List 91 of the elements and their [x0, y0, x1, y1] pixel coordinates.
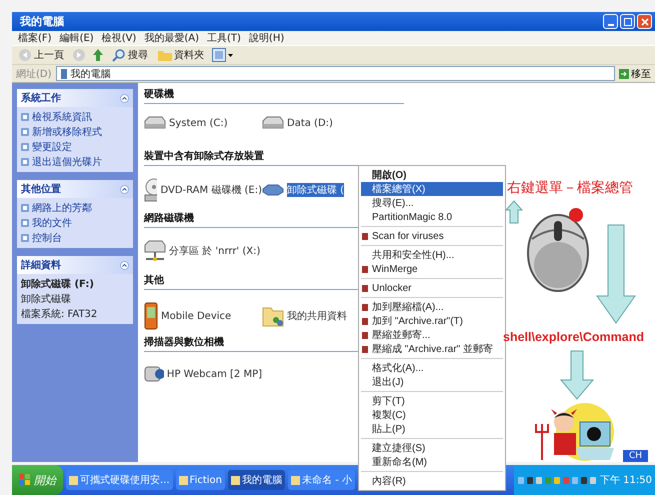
webcam-icon[interactable]: [144, 364, 164, 384]
minimize-button[interactable]: [603, 14, 618, 29]
detail-text: 卸除式磁碟 (F:): [21, 278, 95, 291]
network-drive-icon[interactable]: [144, 240, 166, 262]
task-link[interactable]: 變更設定: [32, 140, 72, 154]
context-menu-item[interactable]: 檔案總管(X): [361, 182, 503, 196]
context-menu-item[interactable]: 開啟(O): [361, 168, 503, 182]
task-link[interactable]: 控制台: [32, 231, 62, 245]
collapse-icon[interactable]: [120, 184, 129, 194]
go-button[interactable]: 移至: [619, 66, 651, 80]
collapse-icon[interactable]: [120, 260, 129, 270]
maximize-button[interactable]: [620, 14, 635, 29]
context-menu-item[interactable]: 加到 "Archive.rar"(T): [361, 314, 503, 328]
task-link[interactable]: 退出這個光碟片: [32, 155, 102, 169]
context-menu-item[interactable]: 貼上(P): [361, 422, 503, 436]
window-title: 我的電腦: [20, 14, 64, 29]
menu-item-icon: [361, 284, 369, 292]
drive-label[interactable]: Mobile Device: [161, 310, 232, 322]
context-menu-item[interactable]: 複製(C): [361, 408, 503, 422]
shared-folder-icon[interactable]: [262, 305, 284, 327]
folders-button[interactable]: 資料夾: [156, 48, 206, 62]
detail-text: 檔案系統: FAT32: [21, 308, 98, 321]
menu-item[interactable]: 說明(H): [248, 31, 284, 45]
registry-path-label: shell\explore\Command: [503, 330, 644, 344]
context-menu-item[interactable]: 重新命名(M): [361, 455, 503, 469]
up-arrow-icon: [505, 200, 523, 224]
drive-label[interactable]: System (C:): [169, 118, 228, 128]
context-menu-item[interactable]: 加到壓縮檔(A)...: [361, 300, 503, 314]
taskbar-button[interactable]: 我的電腦: [228, 470, 286, 490]
clock: 下午 11:50: [600, 474, 652, 487]
back-button[interactable]: 上一頁: [16, 48, 66, 62]
context-menu-item[interactable]: 搜尋(E)...: [361, 196, 503, 210]
drive-label[interactable]: Data (D:): [287, 118, 333, 128]
window-icon: [69, 476, 78, 484]
go-arrow-icon: [619, 68, 629, 78]
context-menu-item[interactable]: 剪下(T): [361, 394, 503, 408]
menu-item[interactable]: 檢視(V): [102, 31, 136, 45]
context-menu-item[interactable]: Scan for viruses: [361, 229, 503, 243]
close-button[interactable]: [637, 14, 652, 29]
detail-text: 卸除式磁碟: [21, 292, 72, 306]
phone-icon[interactable]: [144, 302, 158, 330]
taskbar-button[interactable]: 可攜式硬碟使用安...: [66, 470, 173, 490]
folder-icon: [158, 49, 172, 61]
context-menu-item[interactable]: 建立捷徑(S): [361, 441, 503, 455]
menu-item[interactable]: 檔案(F): [18, 31, 52, 45]
context-menu-item[interactable]: 退出(J): [361, 375, 503, 389]
drive-label[interactable]: 我的共用資料: [287, 309, 347, 323]
hard-drive-icon[interactable]: [144, 116, 166, 130]
views-icon[interactable]: [212, 48, 234, 62]
annotation-caption: 右鍵選單－檔案總管: [507, 179, 633, 197]
search-button[interactable]: 搜尋: [110, 48, 150, 62]
context-menu-item[interactable]: WinMerge: [361, 262, 503, 276]
task-link[interactable]: 我的文件: [32, 216, 72, 230]
group-header: 硬碟機: [144, 87, 404, 104]
drive-label[interactable]: DVD-RAM 磁碟機 (E:): [160, 183, 262, 197]
drive-label[interactable]: 卸除式磁碟 (: [287, 183, 344, 197]
hard-drive-icon[interactable]: [262, 116, 284, 130]
drive-label[interactable]: 分享區 於 'nrrr' (X:): [169, 244, 260, 258]
menu-item-icon: [361, 232, 369, 240]
context-menu-item[interactable]: 共用和安全性(H)...: [361, 248, 503, 262]
window-icon: [291, 476, 300, 484]
removable-drive-icon[interactable]: [262, 184, 284, 196]
maximize-icon: [624, 18, 632, 26]
up-folder-icon[interactable]: [92, 48, 104, 62]
address-value: 我的電腦: [70, 68, 111, 80]
language-bar[interactable]: CH: [623, 450, 648, 462]
window-icon: [178, 476, 188, 484]
minimize-icon: [608, 24, 614, 26]
context-menu-item[interactable]: 格式化(A)...: [361, 361, 503, 375]
menu-item[interactable]: 編輯(E): [60, 31, 94, 45]
task-link[interactable]: 網路上的芳鄰: [32, 201, 92, 215]
task-link[interactable]: 新增或移除程式: [32, 125, 102, 139]
context-menu-item[interactable]: Unlocker: [361, 281, 503, 295]
windows-logo-icon: [19, 474, 31, 486]
address-label: 網址(D): [16, 68, 52, 80]
close-icon: [640, 18, 648, 26]
context-menu-item[interactable]: 內容(R): [361, 474, 503, 488]
taskbar-button[interactable]: 未命名 - 小: [288, 470, 355, 490]
drive-label[interactable]: HP Webcam [2 MP]: [166, 368, 262, 380]
menu-item[interactable]: 工具(T): [207, 31, 241, 45]
down-arrow-icon: [596, 224, 636, 324]
menu-item-icon: [361, 264, 369, 274]
task-link[interactable]: 檢視系統資訊: [32, 110, 92, 124]
menu-item[interactable]: 我的最愛(A): [144, 31, 199, 45]
collapse-icon[interactable]: [120, 94, 129, 102]
down-arrow-icon: [560, 350, 594, 400]
window-icon: [231, 476, 240, 484]
address-field[interactable]: 我的電腦: [56, 66, 615, 81]
taskbar-button[interactable]: Fiction: [176, 470, 226, 490]
dvd-drive-icon[interactable]: [144, 178, 158, 202]
search-icon: [112, 48, 126, 62]
